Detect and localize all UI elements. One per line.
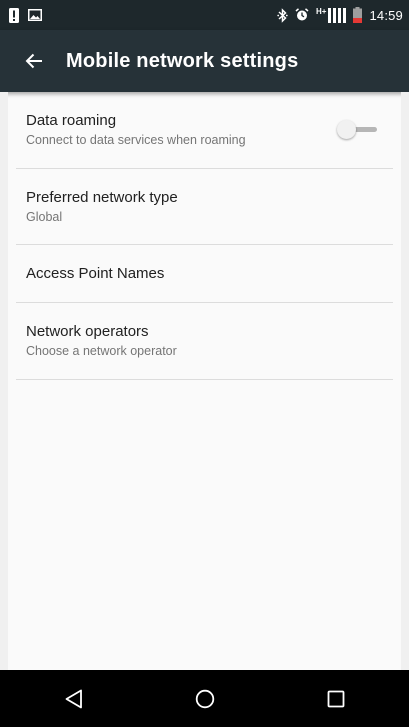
nav-back-button[interactable] xyxy=(44,670,104,727)
bluetooth-icon xyxy=(277,7,288,23)
status-left-icons xyxy=(9,7,42,23)
app-bar: Mobile network settings xyxy=(0,30,409,92)
settings-list: Data roaming Connect to data services wh… xyxy=(8,92,401,380)
back-button[interactable] xyxy=(6,30,62,92)
page-title: Mobile network settings xyxy=(66,49,299,72)
status-bar: H+ 14:59 xyxy=(0,0,409,30)
back-arrow-icon xyxy=(25,53,43,69)
battery-low-icon xyxy=(353,7,363,23)
setting-title: Preferred network type xyxy=(26,188,178,206)
nav-recents-button[interactable] xyxy=(306,670,366,727)
network-type-label: H+ xyxy=(316,7,327,16)
left-margin xyxy=(0,92,8,727)
setting-network-operators[interactable]: Network operators Choose a network opera… xyxy=(16,303,393,380)
setting-preferred-network-type[interactable]: Preferred network type Global xyxy=(16,169,393,245)
setting-summary: Global xyxy=(26,209,63,224)
setting-data-roaming[interactable]: Data roaming Connect to data services wh… xyxy=(16,92,393,169)
back-triangle-icon xyxy=(65,689,83,709)
screen: H+ 14:59 Mobile network settings Data ro… xyxy=(0,0,409,727)
status-right-icons: H+ 14:59 xyxy=(277,7,403,23)
setting-title: Network operators xyxy=(26,323,149,340)
setting-title: Access Point Names xyxy=(26,265,165,282)
nav-home-button[interactable] xyxy=(175,670,235,727)
setting-summary: Choose a network operator xyxy=(26,344,177,358)
toggle-thumb xyxy=(337,120,356,139)
navigation-bar xyxy=(8,670,401,727)
data-roaming-toggle[interactable] xyxy=(337,120,381,140)
clock: 14:59 xyxy=(369,7,403,23)
alarm-icon xyxy=(295,8,309,22)
signal-icon xyxy=(328,7,347,23)
alert-icon xyxy=(9,7,19,23)
recents-square-icon xyxy=(327,690,345,708)
right-margin xyxy=(401,92,409,727)
setting-access-point-names[interactable]: Access Point Names xyxy=(16,245,393,303)
image-icon xyxy=(28,9,42,21)
home-circle-icon xyxy=(195,689,215,709)
